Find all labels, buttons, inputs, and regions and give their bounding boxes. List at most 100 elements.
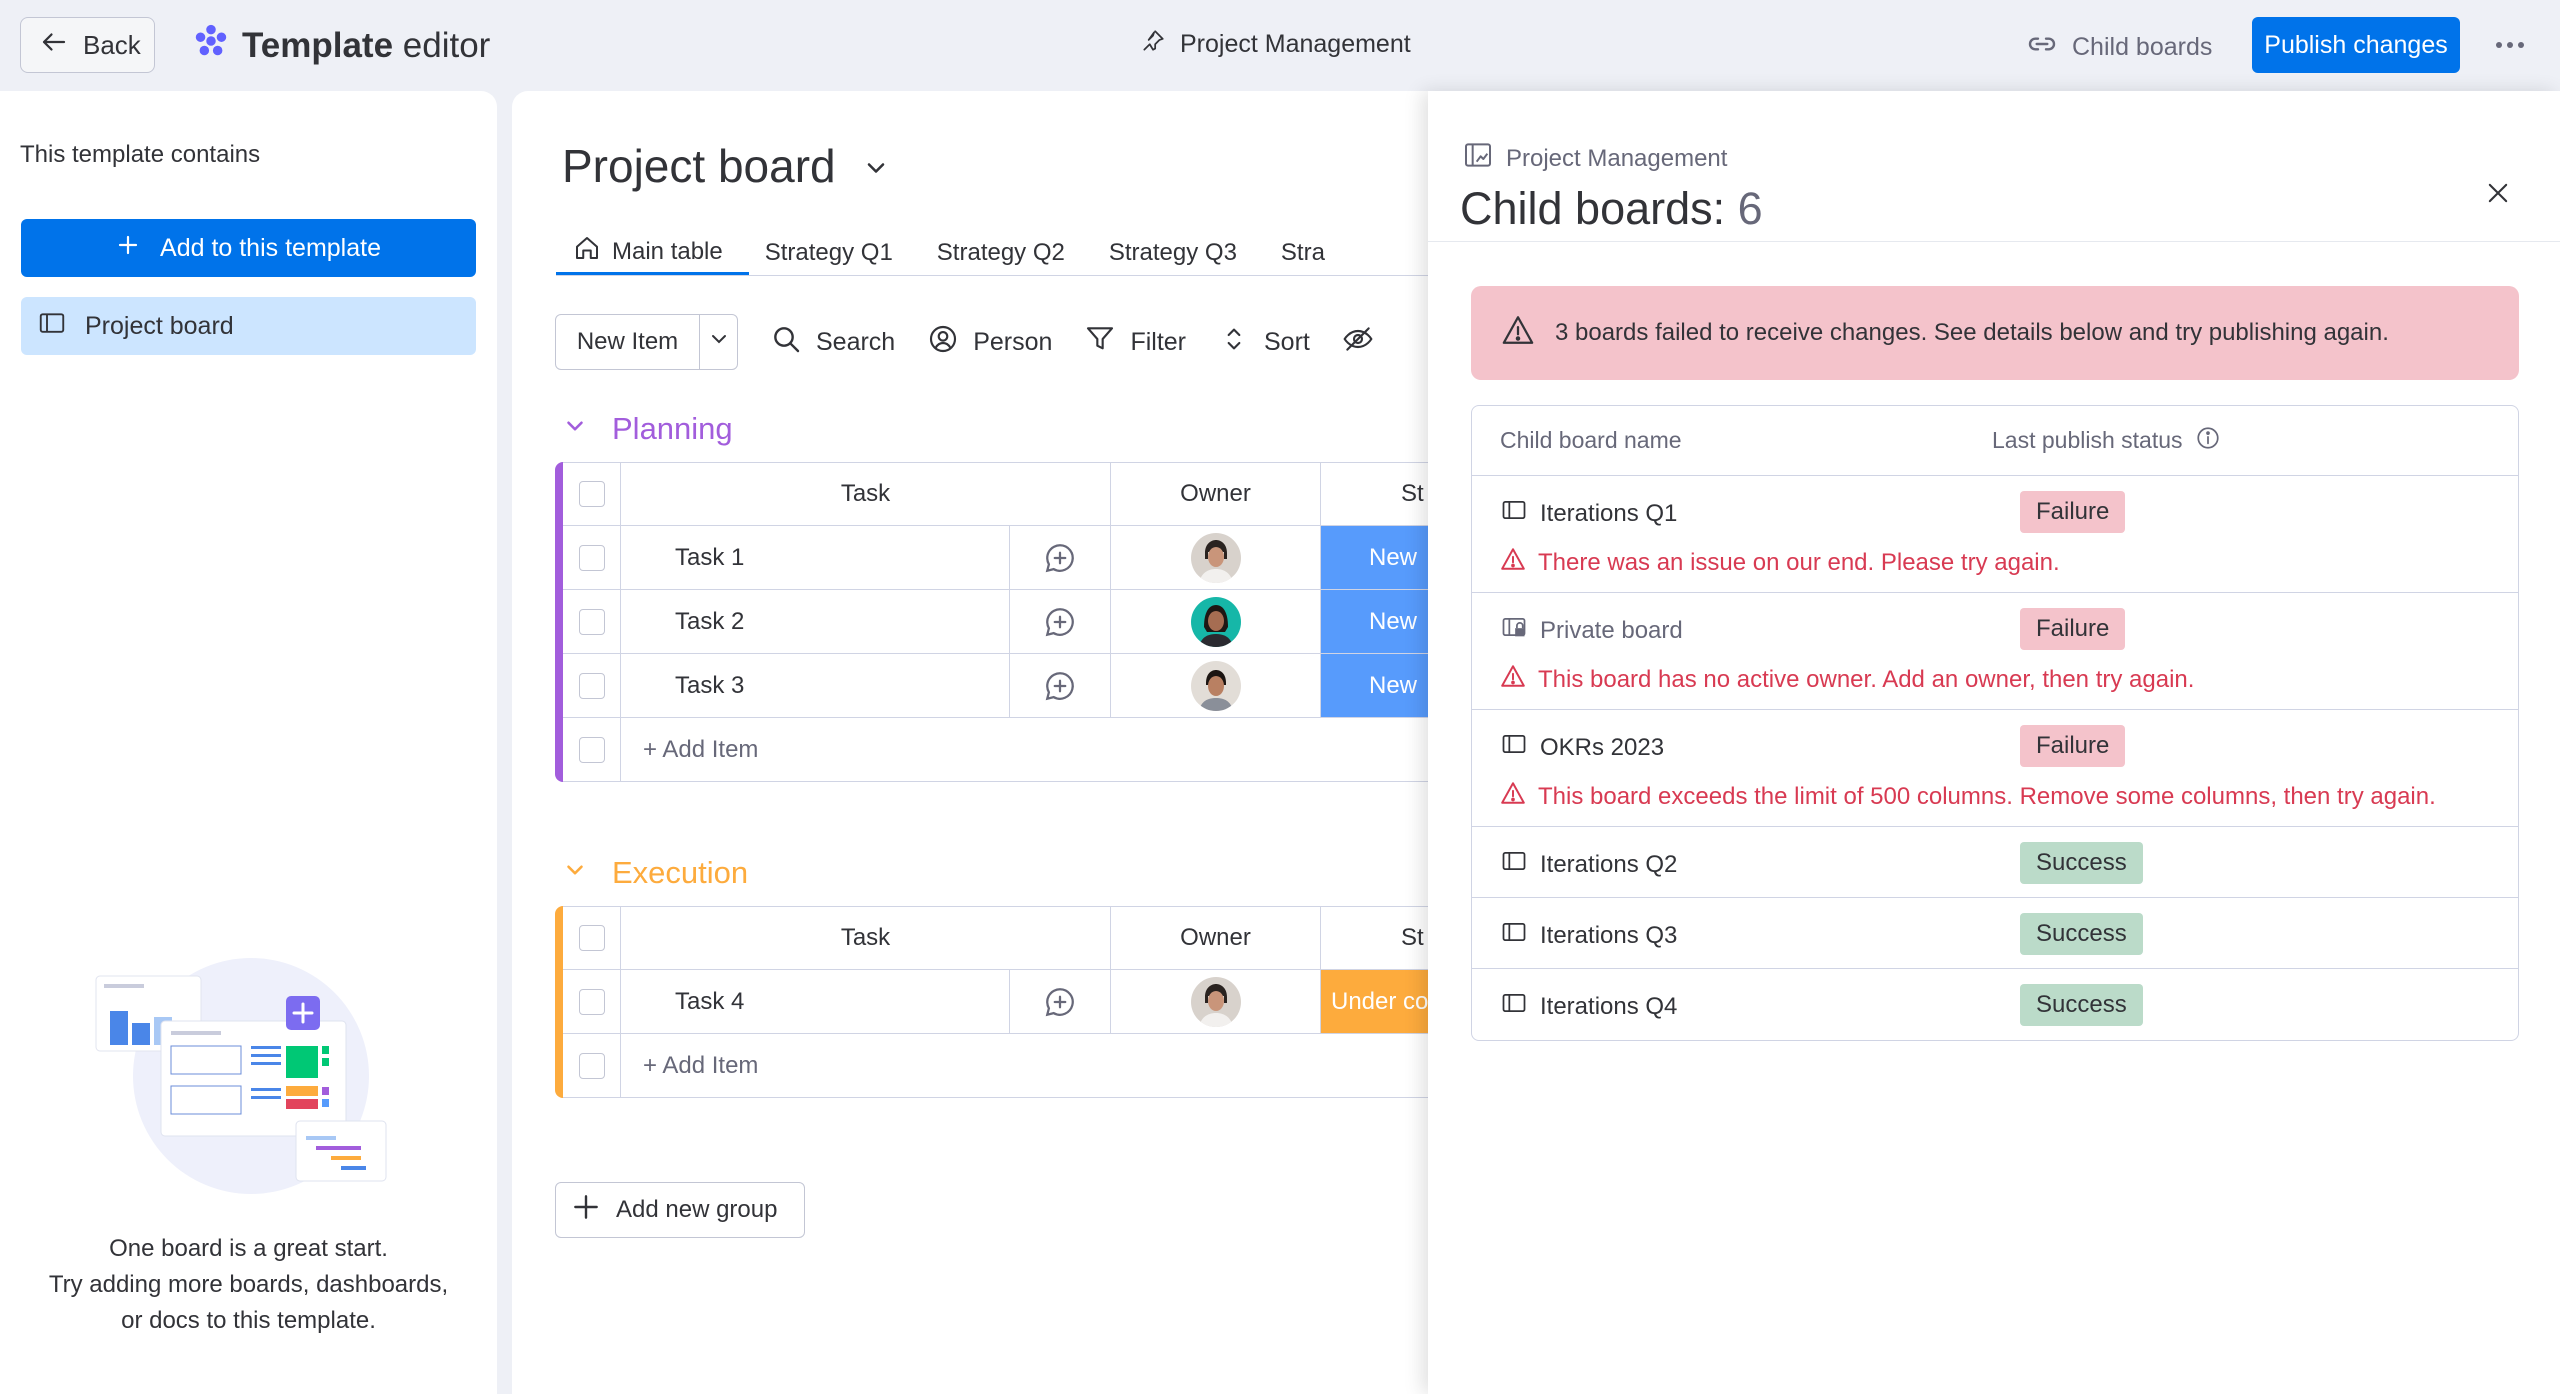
add-new-group-button[interactable]: Add new group — [555, 1182, 805, 1238]
arrow-left-icon — [39, 27, 69, 64]
tab-strategy-q1[interactable]: Strategy Q1 — [749, 231, 921, 275]
select-all-checkbox[interactable] — [578, 481, 605, 507]
chevron-down-icon — [862, 139, 890, 193]
template-name-label: Project Management — [1180, 30, 1411, 58]
template-item-project-board[interactable]: Project board — [21, 297, 476, 355]
panel-divider — [1428, 241, 2560, 242]
row-checkbox — [578, 736, 605, 763]
owner-cell[interactable] — [1111, 526, 1321, 589]
brand-title-rest: editor — [393, 25, 491, 65]
child-board-link[interactable]: Iterations Q4 — [1500, 989, 1677, 1024]
error-message: This board exceeds the limit of 500 colu… — [1500, 780, 2436, 813]
task-name-cell[interactable]: Task 4 — [621, 970, 1011, 1033]
tabs-divider — [556, 275, 1472, 276]
eye-off-icon — [1342, 323, 1374, 362]
add-to-template-button[interactable]: Add to this template — [21, 219, 476, 277]
filter-label: Filter — [1130, 327, 1186, 356]
add-update-icon[interactable] — [1010, 984, 1110, 1020]
table-row: Iterations Q2 Success — [1472, 827, 2518, 898]
new-item-dropdown[interactable] — [699, 315, 737, 369]
child-board-link[interactable]: Iterations Q1 — [1500, 496, 1677, 531]
select-all-checkbox[interactable] — [578, 925, 605, 951]
panel-title: Child boards: 6 — [1460, 183, 1763, 235]
group-header-planning[interactable]: Planning — [562, 411, 733, 447]
table-header-row: Task Owner St — [563, 906, 1472, 970]
owner-cell[interactable] — [1111, 590, 1321, 653]
board-icon — [37, 308, 67, 345]
person-tool[interactable]: Person — [927, 323, 1052, 362]
plus-icon — [570, 1191, 602, 1230]
chevron-down-icon — [562, 411, 588, 447]
child-boards-panel: Project Management Child boards: 6 3 boa… — [1428, 91, 2560, 1394]
child-boards-table: Child board name Last publish status Ite… — [1471, 405, 2519, 1041]
child-board-link[interactable]: Iterations Q3 — [1500, 918, 1677, 953]
hide-tool[interactable] — [1342, 323, 1374, 362]
new-item-button[interactable]: New Item — [556, 315, 699, 369]
group-header-execution[interactable]: Execution — [562, 855, 748, 891]
owner-cell[interactable] — [1111, 654, 1321, 717]
tab-main-table[interactable]: Main table — [556, 231, 749, 275]
table-row: Task 3 New — [563, 654, 1472, 718]
row-select-cell — [563, 718, 621, 781]
child-board-name: Iterations Q3 — [1540, 921, 1678, 949]
child-board-name: Private board — [1540, 616, 1683, 644]
board-toolbar: New Item Search Person Filter Sort — [555, 313, 1374, 371]
tab-strategy-q2[interactable]: Strategy Q2 — [921, 231, 1093, 275]
publish-changes-button[interactable]: Publish changes — [2252, 17, 2460, 73]
row-checkbox[interactable] — [578, 544, 605, 571]
close-icon[interactable] — [2478, 173, 2518, 213]
row-checkbox[interactable] — [578, 672, 605, 699]
column-header-name: Child board name — [1500, 427, 1682, 453]
search-tool[interactable]: Search — [770, 323, 895, 362]
sort-icon — [1218, 323, 1250, 362]
breadcrumb-label: Project Management — [1506, 144, 1728, 172]
tab-strategy-q4[interactable]: Stra — [1265, 231, 1353, 275]
child-board-link[interactable]: OKRs 2023 — [1500, 730, 1664, 765]
board-icon — [1500, 989, 1528, 1024]
back-button[interactable]: Back — [20, 17, 155, 73]
more-options-icon[interactable] — [2490, 25, 2530, 65]
child-board-name: Iterations Q4 — [1540, 992, 1678, 1020]
sort-tool[interactable]: Sort — [1218, 323, 1310, 362]
column-header-status-label: Last publish status — [1992, 427, 2183, 453]
add-update-icon[interactable] — [1010, 604, 1110, 640]
task-name-cell[interactable]: Task 3 — [621, 654, 1011, 717]
column-header-task[interactable]: Task — [621, 463, 1111, 525]
row-checkbox[interactable] — [578, 608, 605, 635]
task-name-cell[interactable]: Task 2 — [621, 590, 1011, 653]
task-name-cell[interactable]: Task 1 — [621, 526, 1011, 589]
child-board-link[interactable]: Iterations Q2 — [1500, 847, 1677, 882]
add-update-icon[interactable] — [1010, 668, 1110, 704]
tab-strategy-q3[interactable]: Strategy Q3 — [1093, 231, 1265, 275]
error-text: This board exceeds the limit of 500 colu… — [1538, 782, 2436, 810]
board-title[interactable]: Project board — [562, 139, 890, 193]
add-item-input[interactable]: + Add Item — [621, 1034, 1472, 1097]
row-select-cell — [563, 590, 621, 653]
row-select-cell — [563, 654, 621, 717]
child-board-name: OKRs 2023 — [1540, 733, 1665, 761]
child-board-count: 6 — [1737, 183, 1763, 234]
table-row: Task 1 New — [563, 526, 1472, 590]
add-update-icon[interactable] — [1010, 540, 1110, 576]
template-hint-line: One board is a great start. — [109, 1235, 388, 1262]
row-checkbox[interactable] — [578, 988, 605, 1015]
avatar — [1190, 596, 1241, 647]
template-hint-line: Try adding more boards, dashboards, — [48, 1271, 449, 1298]
status-badge: Success — [2020, 842, 2143, 884]
add-item-input[interactable]: + Add Item — [621, 718, 1472, 781]
column-header-owner[interactable]: Owner — [1111, 463, 1321, 525]
brand-title-bold: Template — [242, 25, 394, 65]
child-board-link[interactable]: Private board — [1500, 613, 1683, 648]
filter-tool[interactable]: Filter — [1084, 323, 1186, 362]
table-row: Iterations Q3 Success — [1472, 898, 2518, 969]
board-area: Project board Main table Strategy Q1 Str… — [512, 91, 1472, 1394]
breadcrumb: Project Management — [1462, 139, 1727, 178]
owner-cell[interactable] — [1111, 970, 1321, 1033]
child-boards-link[interactable]: Child boards — [2026, 28, 2212, 67]
info-icon[interactable] — [2195, 425, 2221, 457]
brand: Template editor — [192, 22, 490, 69]
column-header-owner[interactable]: Owner — [1111, 907, 1321, 969]
column-header-task[interactable]: Task — [621, 907, 1111, 969]
tab-label: Stra — [1280, 239, 1325, 266]
error-text: This board has no active owner. Add an o… — [1538, 665, 2195, 693]
